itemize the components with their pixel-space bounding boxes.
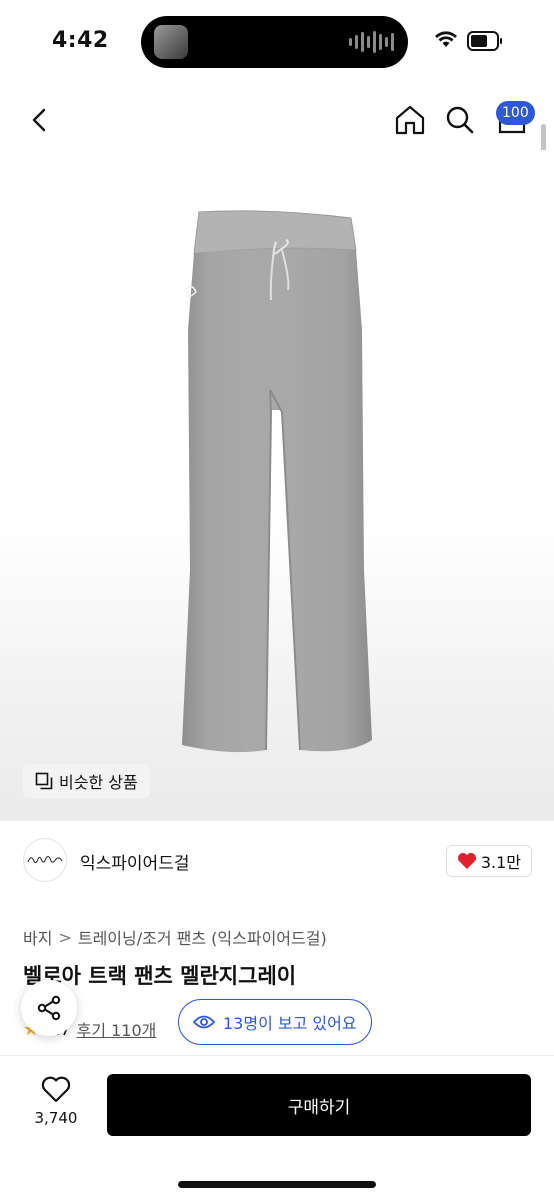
wifi-icon: [435, 31, 457, 47]
wishlist-count: 3,740: [34, 1109, 78, 1127]
buy-button[interactable]: 구매하기: [107, 1074, 531, 1136]
viewers-text: 13명이 보고 있어요: [223, 1014, 357, 1033]
brand-row: 익스파이어드걸 3.1만: [0, 820, 554, 900]
breadcrumb-separator: >: [58, 927, 72, 947]
home-indicator[interactable]: [178, 1181, 376, 1188]
home-button[interactable]: [390, 100, 430, 140]
velour-pants-image: [182, 210, 372, 753]
brand-name[interactable]: 익스파이어드걸: [80, 849, 189, 874]
home-icon: [395, 105, 425, 135]
review-link[interactable]: 후기 110개: [77, 1017, 157, 1041]
breadcrumb: 바지 > 트레이닝/조거 팬츠 (익스파이어드걸): [23, 925, 327, 949]
search-icon: [446, 106, 474, 134]
similar-products-label: 비슷한 상품: [59, 773, 138, 792]
brand-like-count: 3.1만: [480, 853, 521, 872]
similar-products-button[interactable]: 비슷한 상품: [23, 764, 150, 798]
heart-filled-icon: [457, 853, 476, 869]
battery-icon: [467, 31, 502, 51]
brand-logo[interactable]: [23, 838, 67, 882]
copy-icon: [35, 772, 53, 790]
cart-count-badge: 100: [496, 101, 535, 125]
dynamic-island[interactable]: [141, 16, 408, 68]
share-icon: [37, 995, 61, 1021]
eye-icon: [193, 1015, 215, 1029]
heart-outline-icon: [41, 1076, 71, 1103]
viewers-badge: 13명이 보고 있어요: [178, 999, 372, 1045]
search-button[interactable]: [440, 100, 480, 140]
status-bar: 4:42: [0, 0, 554, 84]
back-button[interactable]: [20, 100, 60, 140]
audio-wave-icon: [349, 30, 394, 54]
breadcrumb-category[interactable]: 바지: [23, 925, 52, 949]
brand-like-button[interactable]: 3.1만: [445, 845, 532, 877]
top-navigation: [0, 90, 554, 150]
brand-script-logo: [27, 856, 63, 864]
breadcrumb-subcategory[interactable]: 트레이닝/조거 팬츠 (익스파이어드걸): [78, 925, 327, 949]
bottom-action-bar: 3,740 구매하기: [0, 1055, 554, 1200]
status-time: 4:42: [52, 28, 109, 53]
share-button[interactable]: [21, 980, 77, 1036]
now-playing-artwork: [154, 25, 188, 59]
product-image[interactable]: 비슷한 상품: [0, 150, 554, 820]
chevron-left-icon: [32, 108, 46, 132]
wishlist-button[interactable]: 3,740: [24, 1076, 88, 1127]
